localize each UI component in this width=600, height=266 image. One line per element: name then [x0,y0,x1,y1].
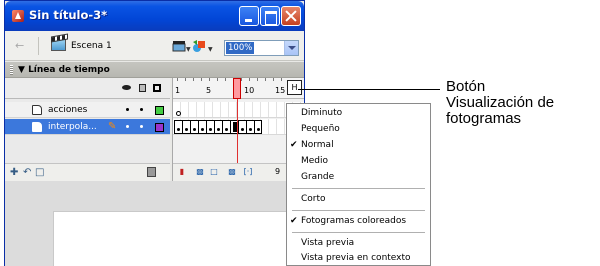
menu-item-corto[interactable]: Corto [287,193,430,208]
pencil-icon: ✎ [108,121,117,132]
panel-grip[interactable] [10,65,13,75]
frame-view-menu: Diminuto Pequeño ✔ Normal Medio Grande Co… [286,103,431,266]
menu-item-diminuto[interactable]: Diminuto [287,107,430,122]
ruler-label: 5 [206,86,212,95]
close-button[interactable] [281,6,301,26]
keyframe-dot [249,128,252,131]
layer-icon [32,105,42,115]
keyframe-dot [193,128,196,131]
layer-header [5,78,170,99]
timeline-panel-header[interactable]: ▼ Línea de tiempo [5,62,304,78]
menu-item-pequeno[interactable]: Pequeño [287,123,430,138]
edit-bar: ← Escena 1 ▼ ▼ 100% [5,31,304,61]
add-guide-layer-icon[interactable]: ↶ [23,167,31,178]
chevron-down-icon[interactable]: ▼ [186,46,191,53]
ruler-label: 1 [175,86,181,95]
keyframe-dot [217,128,220,131]
scene-label[interactable]: Escena 1 [71,41,112,51]
center-frame-icon[interactable]: ▮ [177,167,187,177]
lock-dot[interactable] [140,125,143,128]
layer-icon [32,122,42,132]
keyframe-dot [185,128,188,131]
layer-toolbar: ✚ ↶ □ [5,163,170,181]
onion-skin-outlines-icon[interactable]: □ [209,167,219,177]
work-area[interactable] [5,181,304,266]
add-folder-icon[interactable]: □ [35,167,44,178]
keyframe-dot [177,128,180,131]
layer-name: acciones [48,105,88,115]
lock-dot[interactable] [140,108,143,111]
checkmark-icon: ✔ [290,140,298,150]
outline-icon[interactable] [153,84,161,92]
title-bar[interactable]: Sin título-3* [5,1,304,31]
zoom-dropdown-button[interactable] [284,41,298,55]
callout-line [298,89,440,90]
layer-color-swatch[interactable] [155,123,164,132]
frame-ruler[interactable]: 1 5 10 15 H [173,78,304,99]
window-title: Sin título-3* [29,8,108,22]
visibility-dot[interactable] [126,108,129,111]
keyframe-dot [201,128,204,131]
trash-icon[interactable] [147,167,156,177]
checkmark-icon: ✔ [290,216,298,226]
ruler-label: 10 [244,86,255,95]
maximize-button[interactable] [260,6,280,26]
stage[interactable] [53,211,304,266]
minimize-button[interactable] [239,6,259,26]
layer-row[interactable]: interpola... ✎ [5,119,170,135]
frames-area: 1 5 10 15 H ▮ ▩ □ ▩ [·] 9 [172,78,304,184]
menu-item-vista-previa-en-contexto[interactable]: Vista previa en contexto [287,252,430,266]
menu-separator [292,232,425,233]
flash-app-icon [12,10,24,22]
keyframe-dot [225,128,228,131]
back-arrow-icon[interactable]: ← [15,40,27,51]
menu-item-fotogramas-coloreados[interactable]: ✔ Fotogramas coloreados [287,215,430,230]
eye-icon[interactable] [122,85,131,90]
keyframe-dot [241,128,244,131]
menu-separator [292,188,425,189]
chevron-down-icon[interactable]: ▼ [208,46,213,53]
lock-icon[interactable] [139,84,146,92]
onion-skin-icon[interactable]: ▩ [195,167,205,177]
visibility-dot[interactable] [126,125,129,128]
edit-symbol-icon[interactable] [191,39,207,54]
tween-span[interactable] [174,120,262,134]
menu-item-vista-previa[interactable]: Vista previa [287,237,430,252]
callout-label: Botón Visualización de fotogramas [446,78,555,127]
current-frame-number: 9 [275,167,281,176]
playhead[interactable] [233,78,241,99]
flash-document-window: Sin título-3* ← Escena 1 ▼ ▼ 100% ▼ Líne… [4,0,305,266]
frame-view-button[interactable]: H [287,80,302,95]
modify-onion-markers-icon[interactable]: [·] [243,167,253,177]
scene-clapper-icon [51,39,66,51]
keyframe-dot [257,128,260,131]
toolbar-divider [38,37,39,55]
ruler-label: 15 [275,86,286,95]
menu-item-grande[interactable]: Grande [287,171,430,186]
keyframe-dot [209,128,212,131]
add-layer-icon[interactable]: ✚ [10,167,18,178]
menu-item-normal[interactable]: ✔ Normal [287,139,430,154]
layer-name: interpola... [48,122,97,132]
layer-row[interactable]: acciones [5,102,170,118]
menu-item-medio[interactable]: Medio [287,155,430,170]
zoom-value: 100% [226,42,255,54]
timeline-title: ▼ Línea de tiempo [18,65,110,75]
menu-separator [292,210,425,211]
zoom-combobox[interactable]: 100% [224,40,299,56]
layer-color-swatch[interactable] [155,106,164,115]
empty-keyframe[interactable] [176,111,181,116]
edit-scene-icon[interactable] [172,40,186,52]
edit-multiple-frames-icon[interactable]: ▩ [227,167,237,177]
